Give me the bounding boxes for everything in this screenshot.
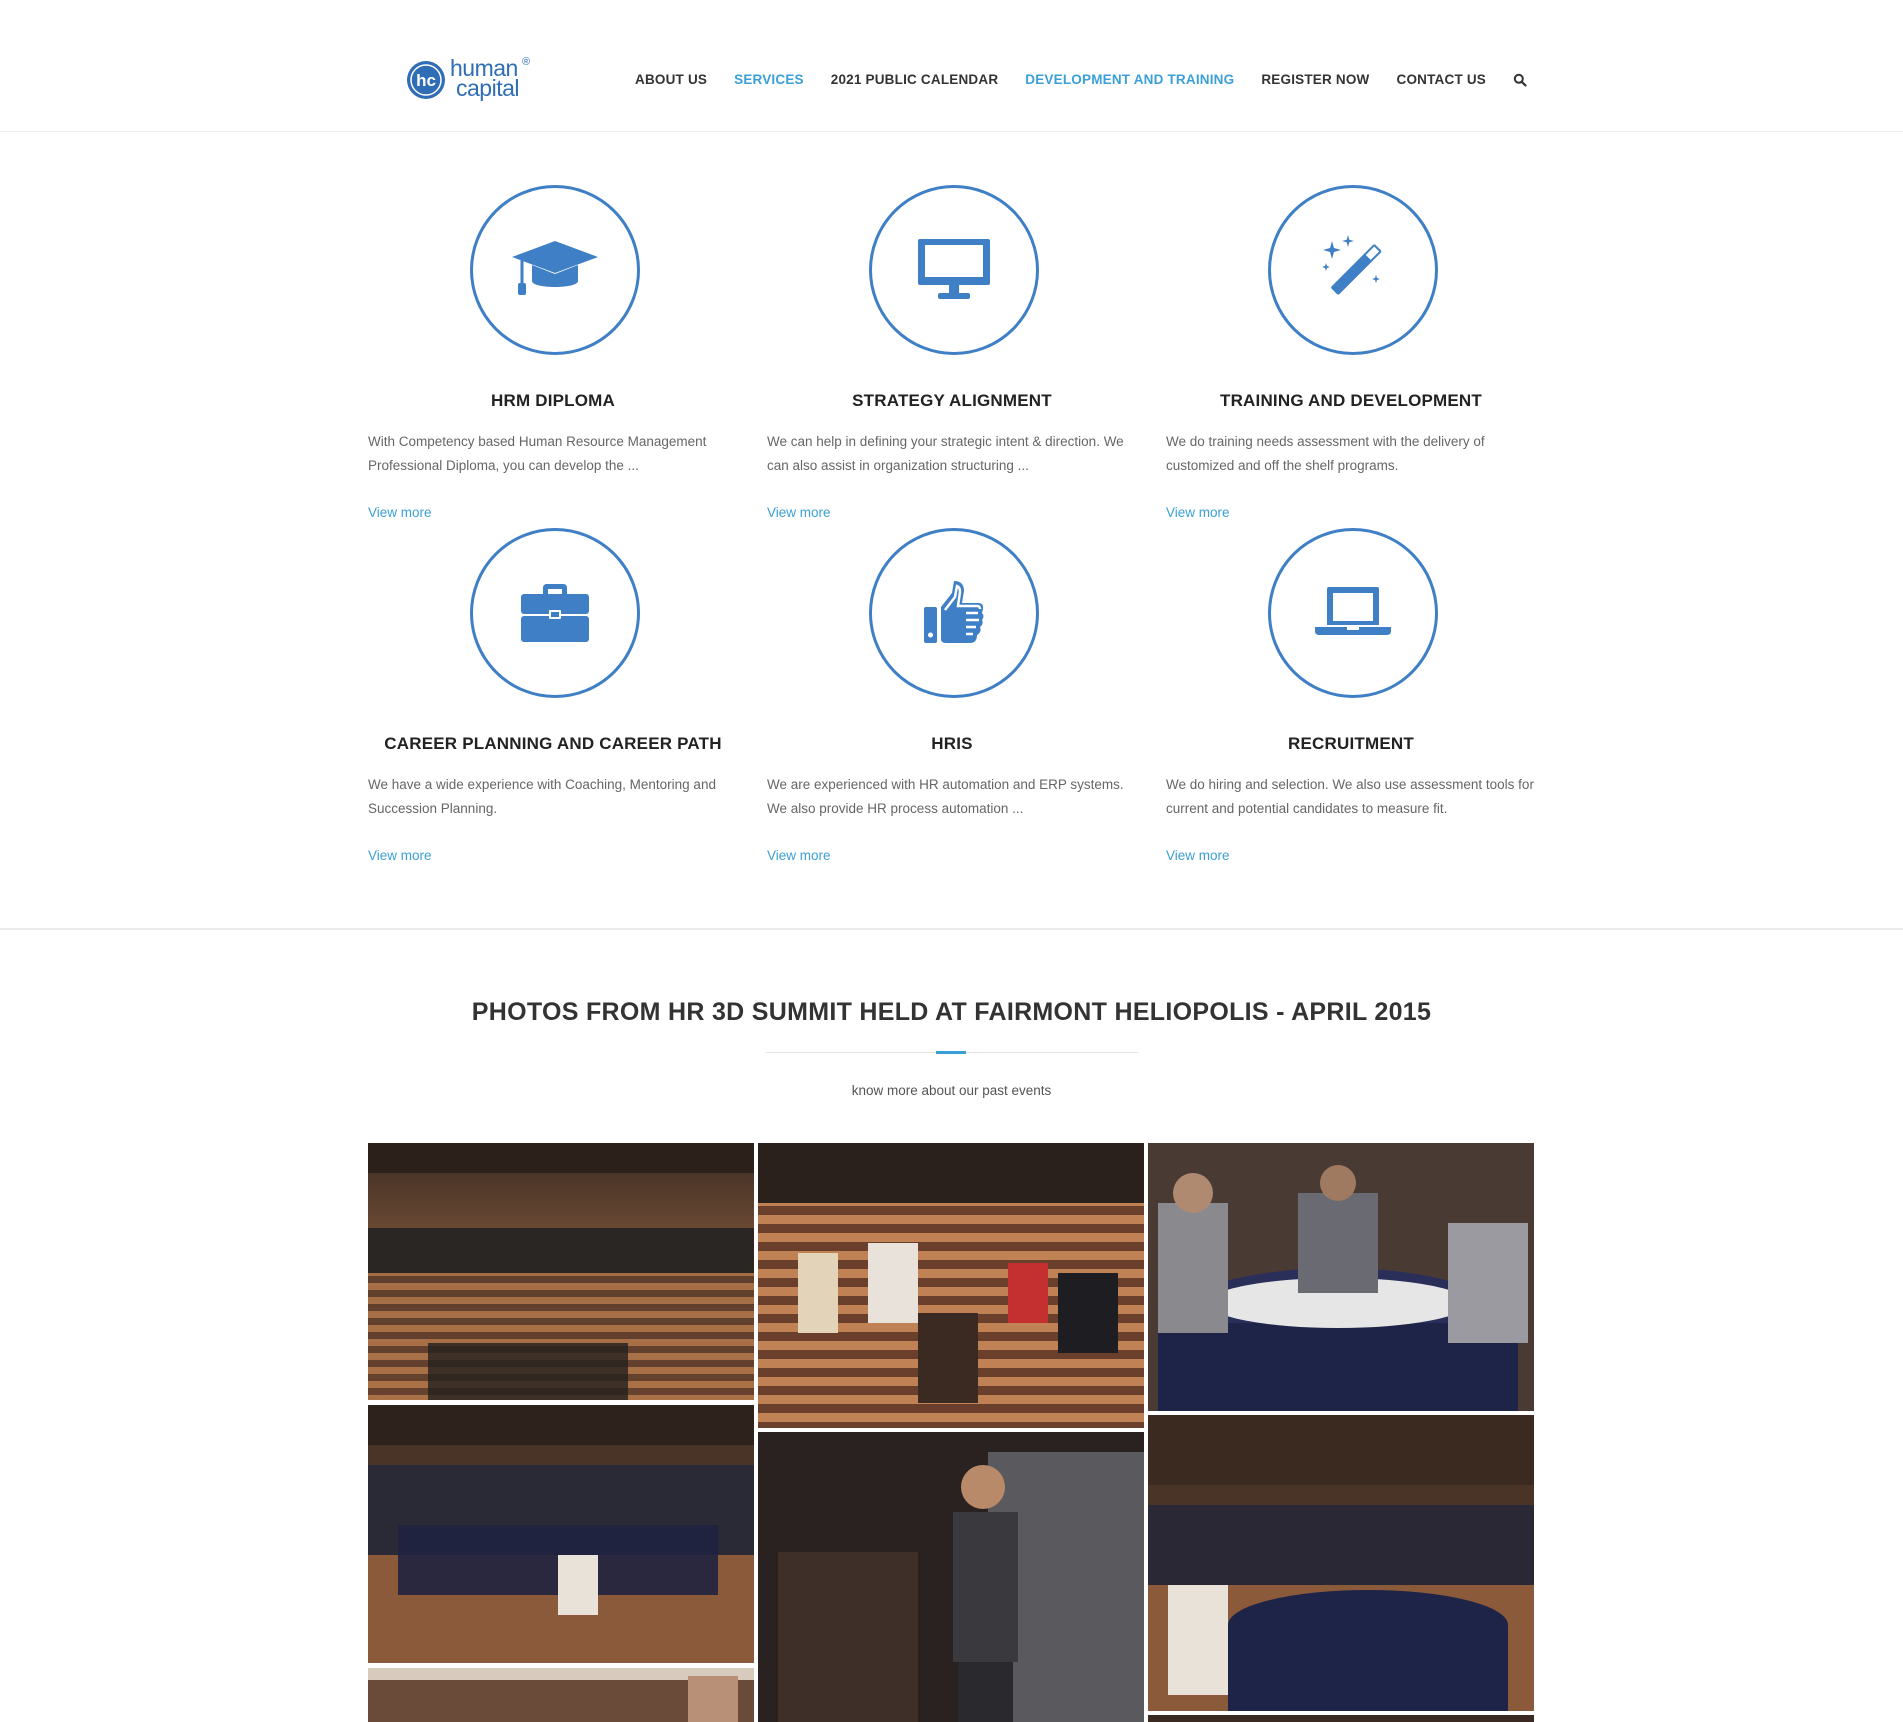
audience-seated-photo-icon <box>368 1405 754 1663</box>
service-icon-circle <box>1268 185 1438 355</box>
ballroom-wide-photo-icon <box>368 1143 754 1400</box>
service-icon-circle <box>869 185 1039 355</box>
main-nav: ABOUT US SERVICES 2021 PUBLIC CALENDAR D… <box>635 72 1527 87</box>
event-photo[interactable] <box>368 1143 754 1400</box>
service-title: HRIS <box>931 734 973 753</box>
service-title: CAREER PLANNING AND CAREER PATH <box>384 734 722 753</box>
service-title: RECRUITMENT <box>1288 734 1414 753</box>
nav-about-us[interactable]: ABOUT US <box>635 72 707 87</box>
ballroom-tables-photo-icon <box>1148 1415 1534 1711</box>
logo-wordmark: human capital <box>450 55 519 101</box>
service-strategy-alignment: STRATEGY ALIGNMENT We can help in defini… <box>767 185 1137 525</box>
svg-text:hc: hc <box>416 71 436 90</box>
event-photo[interactable] <box>1148 1143 1534 1411</box>
laptop-icon <box>1315 587 1391 635</box>
service-description: With Competency based Human Resource Man… <box>368 434 707 473</box>
service-description: We can help in defining your strategic i… <box>767 434 1124 473</box>
floor-activity-photo-icon <box>758 1143 1144 1428</box>
nav-development-and-training[interactable]: DEVELOPMENT AND TRAINING <box>1025 72 1234 87</box>
service-recruitment: RECRUITMENT We do hiring and selection. … <box>1166 528 1536 868</box>
briefcase-icon <box>521 584 589 642</box>
monitor-icon <box>918 239 990 299</box>
speaker-photo-icon <box>758 1432 1144 1722</box>
service-icon-circle <box>470 528 640 698</box>
title-underline-accent <box>936 1051 966 1054</box>
participants-closeup-photo-icon <box>368 1668 754 1722</box>
view-more-link[interactable]: View more <box>1166 505 1230 520</box>
view-more-link[interactable]: View more <box>767 505 831 520</box>
site-header: hc human capital ® ABOUT US SERVICES 202… <box>0 0 1903 132</box>
view-more-link[interactable]: View more <box>1166 848 1230 863</box>
magic-wand-icon <box>1322 235 1382 295</box>
gallery-subtitle: know more about our past events <box>851 1083 1052 1098</box>
service-icon-circle <box>470 185 640 355</box>
thumbs-up-icon <box>924 581 984 643</box>
nav-register-now[interactable]: REGISTER NOW <box>1261 72 1369 87</box>
section-divider <box>0 928 1903 930</box>
service-title: STRATEGY ALIGNMENT <box>852 391 1052 410</box>
gallery-title: PHOTOS FROM HR 3D SUMMIT HELD AT FAIRMON… <box>471 998 1432 1026</box>
service-icon-circle <box>1268 528 1438 698</box>
view-more-link[interactable]: View more <box>368 505 432 520</box>
service-title: HRM DIPLOMA <box>490 391 616 410</box>
event-photo[interactable] <box>1148 1715 1534 1722</box>
search-icon[interactable] <box>1513 73 1527 87</box>
event-photo[interactable] <box>368 1668 754 1722</box>
nav-services[interactable]: SERVICES <box>734 72 804 87</box>
view-more-link[interactable]: View more <box>368 848 432 863</box>
view-more-link[interactable]: View more <box>767 848 831 863</box>
event-photo[interactable] <box>758 1143 1144 1428</box>
human-capital-logo[interactable]: hc human capital ® <box>404 56 536 108</box>
service-icon-circle <box>869 528 1039 698</box>
nav-public-calendar[interactable]: 2021 PUBLIC CALENDAR <box>831 72 999 87</box>
registered-mark: ® <box>522 56 531 68</box>
service-description: We are experienced with HR automation an… <box>767 777 1124 816</box>
graduation-cap-icon <box>512 241 598 295</box>
nav-contact-us[interactable]: CONTACT US <box>1397 72 1487 87</box>
hc-logo-mark-icon: hc <box>407 61 445 99</box>
event-photo[interactable] <box>758 1432 1144 1722</box>
service-hris: HRIS We are experienced with HR automati… <box>767 528 1137 868</box>
event-photo-partial-icon <box>1148 1715 1534 1722</box>
service-description: We have a wide experience with Coaching,… <box>368 777 716 816</box>
event-photo[interactable] <box>1148 1415 1534 1711</box>
service-hrm-diploma: HRM DIPLOMA With Competency based Human … <box>368 185 738 525</box>
service-career-planning: CAREER PLANNING AND CAREER PATH We have … <box>368 528 738 868</box>
service-training-and-development: TRAINING AND DEVELOPMENT We do training … <box>1166 185 1536 525</box>
service-title: TRAINING AND DEVELOPMENT <box>1219 391 1482 410</box>
service-description: We do training needs assessment with the… <box>1166 434 1485 473</box>
roundtable-discussion-photo-icon <box>1148 1143 1534 1411</box>
service-description: We do hiring and selection. We also use … <box>1166 777 1534 816</box>
event-photo[interactable] <box>368 1405 754 1663</box>
